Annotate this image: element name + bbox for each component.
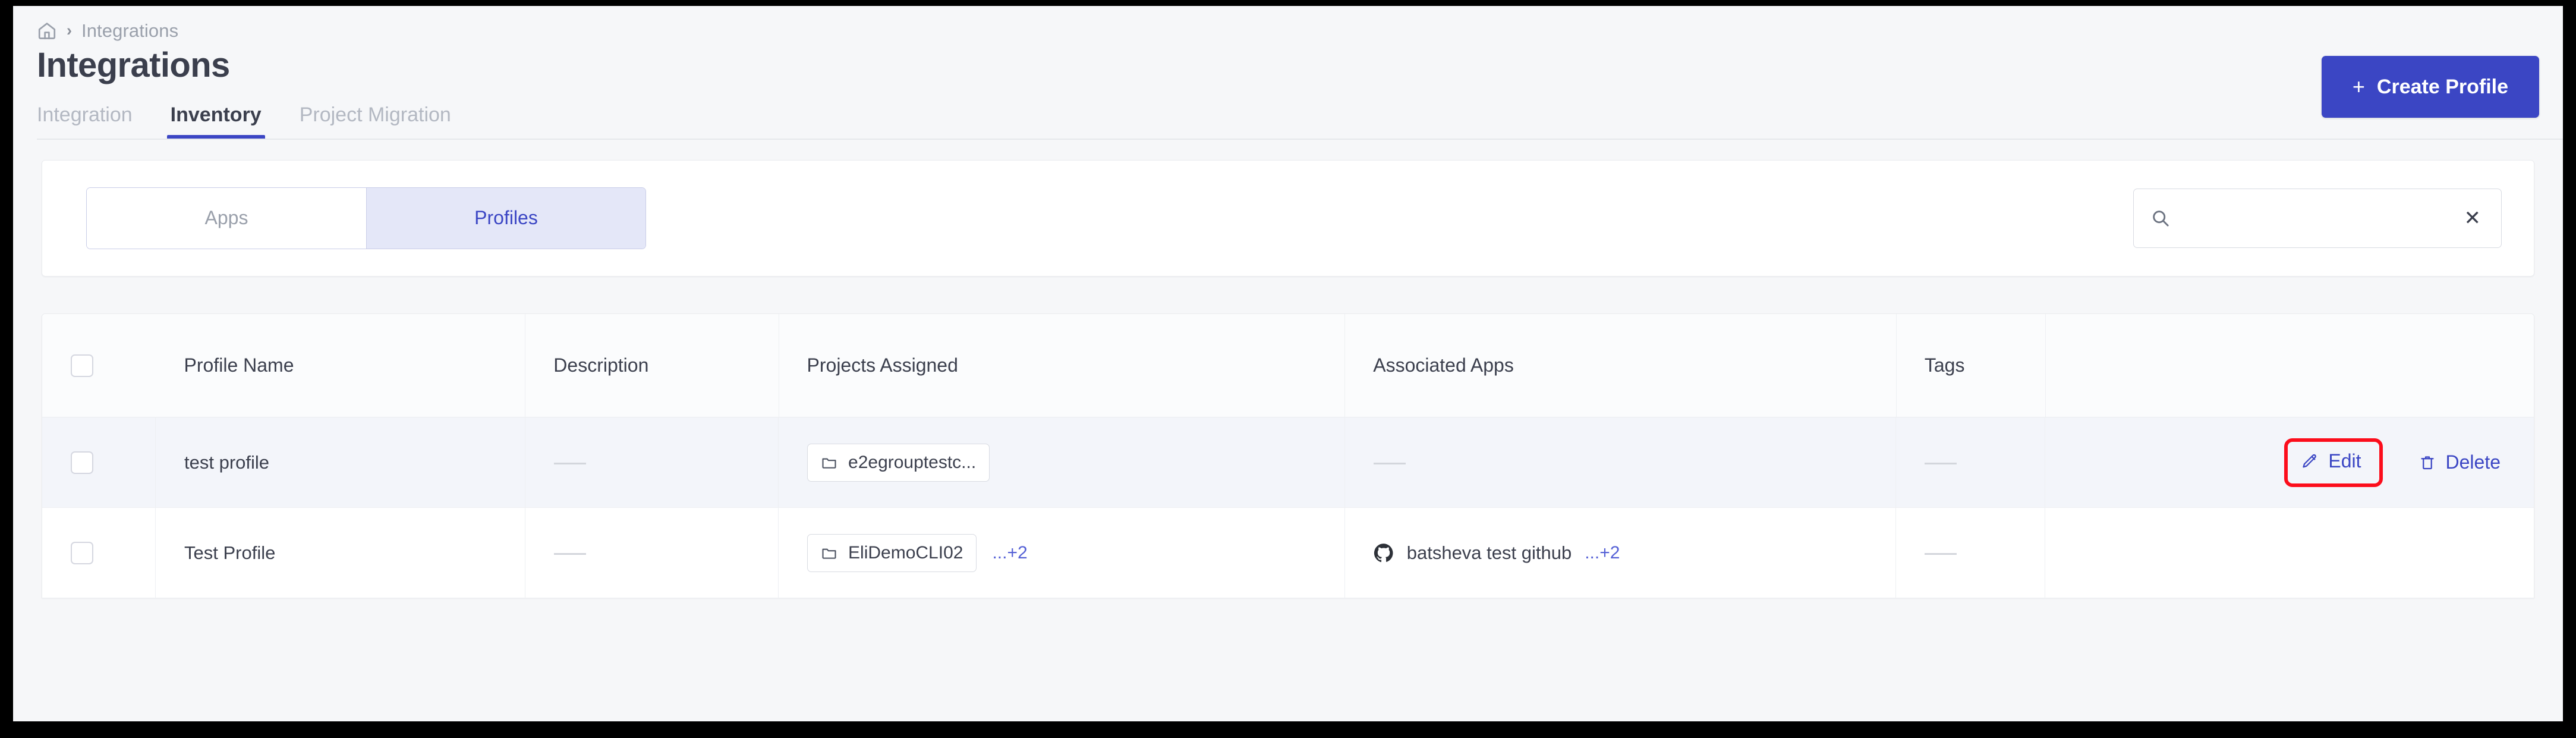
projects-more-link[interactable]: ...+2: [992, 543, 1027, 563]
breadcrumb-separator: ›: [67, 21, 72, 39]
tab-inventory[interactable]: Inventory: [152, 103, 281, 140]
table-body: test profile e2egrouptestc... Edit Delet…: [42, 417, 2534, 599]
tab-project-migration[interactable]: Project Migration: [281, 103, 470, 140]
cell-tags: [1895, 417, 2046, 508]
th-tags[interactable]: Tags: [1895, 313, 2045, 417]
th-associated-apps[interactable]: Associated Apps: [1344, 313, 1896, 417]
cell-description: [525, 507, 779, 599]
breadcrumb: › Integrations: [13, 6, 2563, 42]
project-chip[interactable]: EliDemoCLI02: [807, 533, 977, 572]
th-select-all: [42, 313, 156, 417]
tab-integration[interactable]: Integration: [37, 103, 152, 140]
empty-dash: [1925, 463, 1957, 465]
cell-profile-name: Test Profile: [155, 507, 525, 599]
tab-project-migration-label: Project Migration: [299, 103, 451, 126]
github-icon: [1374, 543, 1394, 563]
delete-button[interactable]: Delete: [2418, 451, 2501, 473]
project-chip-label: EliDemoCLI02: [848, 542, 963, 563]
select-all-checkbox[interactable]: [71, 354, 93, 377]
table-row[interactable]: test profile e2egrouptestc... Edit Delet…: [42, 417, 2534, 508]
search-icon: [2150, 208, 2171, 228]
home-icon[interactable]: [37, 21, 57, 41]
tab-inventory-label: Inventory: [170, 103, 262, 126]
table-header: Profile Name Description Projects Assign…: [42, 313, 2534, 417]
page-title: Integrations: [37, 46, 230, 84]
th-profile-name-label: Profile Name: [184, 354, 294, 376]
search-input[interactable]: [2185, 208, 2461, 228]
cell-associated-apps: batsheva test github ...+2: [1344, 507, 1897, 599]
empty-dash: [553, 553, 586, 555]
cell-projects-assigned: e2egrouptestc...: [778, 417, 1345, 508]
segment-profiles[interactable]: Profiles: [366, 187, 645, 249]
empty-dash: [1373, 463, 1406, 465]
th-associated-apps-label: Associated Apps: [1373, 354, 1514, 376]
profile-name-value: Test Profile: [184, 542, 276, 563]
app-name-value: batsheva test github: [1406, 542, 1572, 563]
tab-integration-label: Integration: [37, 103, 133, 126]
pencil-icon: [2301, 453, 2319, 470]
th-actions: [2045, 313, 2534, 417]
th-projects-assigned-label: Projects Assigned: [807, 354, 958, 376]
th-description-label: Description: [553, 354, 649, 376]
project-chip[interactable]: e2egrouptestc...: [807, 443, 990, 482]
cell-description: [525, 417, 779, 508]
folder-icon: [821, 454, 837, 471]
segment-profiles-label: Profiles: [474, 207, 538, 229]
table-header-row: Profile Name Description Projects Assign…: [42, 313, 2534, 417]
row-checkbox[interactable]: [71, 451, 93, 474]
tab-bar: Integration Inventory Project Migration: [13, 85, 2563, 140]
edit-button-annotation: Edit: [2284, 438, 2383, 487]
empty-dash: [553, 463, 586, 465]
edit-button[interactable]: Edit: [2301, 450, 2361, 472]
row-checkbox[interactable]: [71, 541, 93, 564]
cell-projects-assigned: EliDemoCLI02 ...+2: [778, 507, 1345, 599]
edit-button-label: Edit: [2328, 450, 2361, 472]
tab-bar-divider: [37, 138, 2563, 140]
profiles-table-card: Profile Name Description Projects Assign…: [42, 313, 2534, 599]
cell-actions: Edit Delete: [2045, 417, 2534, 508]
table-row[interactable]: Test Profile EliDemoCLI02 ...+2 batsheva…: [42, 507, 2534, 599]
cell-row-select: [42, 417, 156, 508]
toolbar-card: Apps Profiles ✕: [42, 159, 2534, 277]
cell-actions: [2045, 507, 2534, 599]
trash-icon: [2418, 454, 2436, 472]
apps-more-link[interactable]: ...+2: [1585, 543, 1620, 563]
th-profile-name[interactable]: Profile Name: [155, 313, 525, 417]
cell-profile-name: test profile: [155, 417, 525, 508]
cell-row-select: [42, 507, 156, 599]
search-box[interactable]: ✕: [2133, 188, 2502, 248]
profiles-table: Profile Name Description Projects Assign…: [42, 313, 2534, 599]
breadcrumb-current[interactable]: Integrations: [81, 20, 178, 42]
folder-icon: [821, 545, 837, 561]
cell-tags: [1895, 507, 2046, 599]
delete-button-label: Delete: [2445, 451, 2501, 473]
cell-associated-apps: [1344, 417, 1897, 508]
clear-search-icon[interactable]: ✕: [2461, 206, 2485, 231]
empty-dash: [1925, 553, 1957, 555]
project-chip-label: e2egrouptestc...: [848, 452, 977, 472]
apps-profiles-segmented-control: Apps Profiles: [86, 187, 646, 249]
th-description[interactable]: Description: [525, 313, 779, 417]
app-viewport: › Integrations Integrations + Create Pro…: [13, 6, 2563, 721]
th-tags-label: Tags: [1924, 354, 1965, 376]
segment-apps[interactable]: Apps: [87, 187, 366, 249]
screenshot-frame: › Integrations Integrations + Create Pro…: [0, 0, 2576, 738]
profile-name-value: test profile: [184, 451, 270, 473]
segment-apps-label: Apps: [204, 207, 248, 229]
th-projects-assigned[interactable]: Projects Assigned: [778, 313, 1345, 417]
